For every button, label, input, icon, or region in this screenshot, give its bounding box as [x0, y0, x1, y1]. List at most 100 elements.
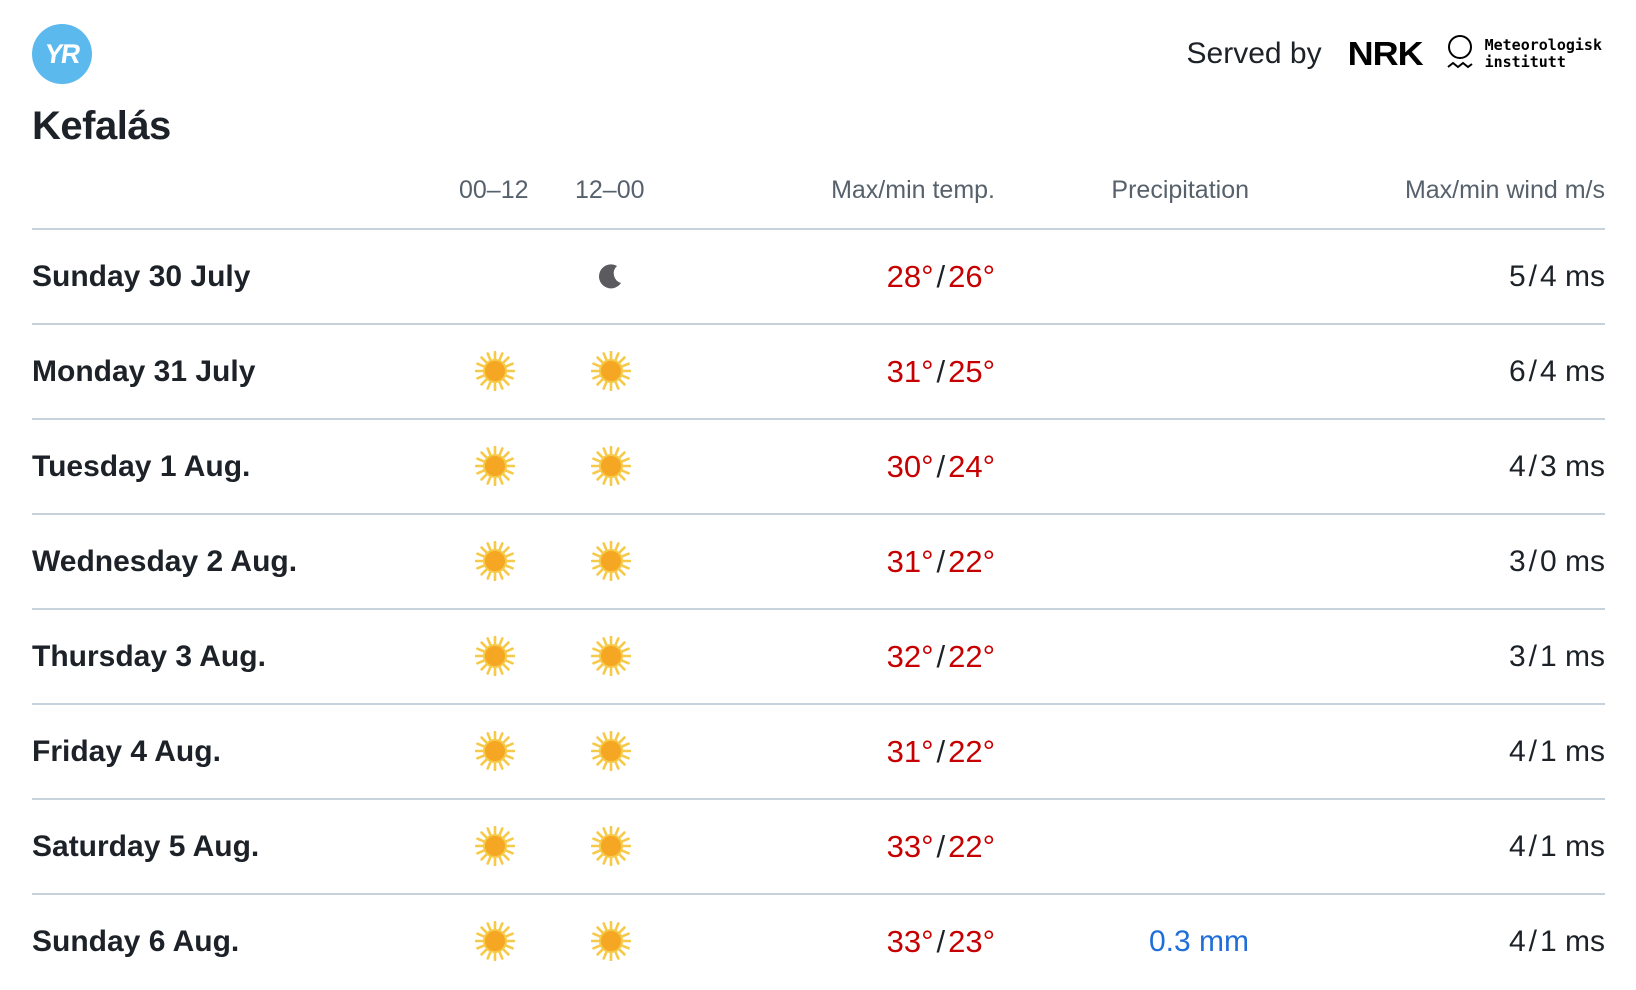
sun-icon — [475, 731, 515, 771]
day-label: Thursday 3 Aug. — [32, 640, 266, 673]
temp-separator: / — [936, 259, 946, 294]
met-name-line1: Meteorologisk — [1484, 36, 1602, 54]
wind-separator: / — [1528, 355, 1537, 388]
table-row[interactable]: Wednesday 2 Aug. 31°/22° 3/0 ms — [32, 515, 1605, 610]
wind: 3/0 ms — [1509, 515, 1605, 608]
wind-max: 4 — [1508, 925, 1526, 958]
temp-separator: / — [936, 639, 946, 674]
wind: 6/4 ms — [1509, 325, 1605, 418]
wind: 3/1 ms — [1509, 610, 1605, 703]
wind-min: 0 ms — [1539, 545, 1605, 578]
served-by-label: Served by — [1186, 37, 1322, 70]
temperature: 30°/24° — [887, 420, 995, 513]
temperature: 31°/22° — [887, 705, 995, 798]
wind-separator: / — [1528, 925, 1537, 958]
sun-icon — [475, 921, 515, 961]
temp-max: 28° — [886, 259, 934, 294]
temp-min: 22° — [948, 544, 995, 579]
table-row[interactable]: Thursday 3 Aug. 32°/22° 3/1 ms — [32, 610, 1605, 705]
wind-max: 4 — [1508, 830, 1526, 863]
table-row[interactable]: Tuesday 1 Aug. 30°/24° 4/3 ms — [32, 420, 1605, 515]
temp-separator: / — [936, 449, 946, 484]
temp-separator: / — [936, 354, 946, 389]
wind: 4/3 ms — [1509, 420, 1605, 513]
sun-icon — [591, 826, 631, 866]
temp-min: 22° — [948, 829, 995, 864]
temperature: 32°/22° — [887, 610, 995, 703]
temp-min: 25° — [948, 354, 995, 389]
temp-separator: / — [936, 829, 946, 864]
sun-icon — [591, 731, 631, 771]
wind-separator: / — [1528, 260, 1537, 293]
temp-separator: / — [936, 544, 946, 579]
wind-max: 5 — [1508, 260, 1526, 293]
yr-logo[interactable]: YR — [32, 24, 92, 84]
wind-min: 1 ms — [1539, 925, 1605, 958]
sun-icon — [591, 351, 631, 391]
wind-max: 3 — [1508, 640, 1526, 673]
wind-min: 1 ms — [1539, 640, 1605, 673]
temp-max: 32° — [886, 639, 934, 674]
header-precipitation: Precipitation — [1111, 176, 1249, 204]
sun-icon — [475, 446, 515, 486]
day-label: Wednesday 2 Aug. — [32, 545, 298, 578]
wind-separator: / — [1528, 735, 1537, 768]
temp-min: 26° — [948, 259, 995, 294]
wind-min: 4 ms — [1539, 355, 1605, 388]
wind-separator: / — [1528, 830, 1537, 863]
temperature: 28°/26° — [887, 230, 995, 323]
precipitation: 0.3 mm — [1148, 925, 1249, 958]
wind: 4/1 ms — [1509, 705, 1605, 798]
temperature: 31°/25° — [887, 325, 995, 418]
met-institute-logo[interactable]: Meteorologisk institutt — [1445, 34, 1602, 74]
day-label: Saturday 5 Aug. — [32, 830, 260, 863]
wind: 4/1 ms — [1509, 800, 1605, 893]
table-row[interactable]: Monday 31 July 31°/25° 6/4 ms — [32, 325, 1605, 420]
temp-max: 31° — [886, 354, 934, 389]
wind-max: 4 — [1508, 450, 1526, 483]
wind-min: 1 ms — [1539, 735, 1605, 768]
sun-icon — [591, 446, 631, 486]
sun-icon — [591, 636, 631, 676]
day-label: Friday 4 Aug. — [32, 735, 221, 768]
forecast-table: 00–12 12–00 Max/min temp. Precipitation … — [32, 166, 1605, 988]
wind-separator: / — [1528, 450, 1537, 483]
wind: 5/4 ms — [1509, 230, 1605, 323]
table-row[interactable]: Sunday 6 Aug. 33°/23° 0.3 mm 4/1 ms — [32, 895, 1605, 988]
temp-max: 31° — [886, 544, 934, 579]
met-circle-wave-icon — [1446, 35, 1473, 69]
header-wind: Max/min wind m/s — [1404, 176, 1605, 204]
wind-separator: / — [1528, 545, 1537, 578]
wind-min: 1 ms — [1539, 830, 1605, 863]
table-row[interactable]: Saturday 5 Aug. 33°/22° 4/1 ms — [32, 800, 1605, 895]
moon-icon — [591, 256, 631, 296]
day-label: Tuesday 1 Aug. — [32, 450, 251, 483]
temperature: 31°/22° — [887, 515, 995, 608]
location-title: Kefalás — [32, 104, 171, 148]
header-12-00: 12–00 — [575, 176, 645, 204]
page-header: YR Served by NRK Meteorologisk institutt — [0, 0, 1636, 110]
empty-icon-slot — [475, 256, 515, 296]
day-label: Monday 31 July — [32, 355, 256, 388]
day-label: Sunday 30 July — [32, 260, 251, 293]
sun-icon — [475, 351, 515, 391]
temp-min: 24° — [948, 449, 995, 484]
wind-max: 3 — [1508, 545, 1526, 578]
wind-max: 4 — [1508, 735, 1526, 768]
header-temp: Max/min temp. — [831, 176, 995, 204]
table-header: 00–12 12–00 Max/min temp. Precipitation … — [32, 166, 1605, 230]
sun-icon — [475, 541, 515, 581]
temp-max: 33° — [886, 829, 934, 864]
day-label: Sunday 6 Aug. — [32, 925, 240, 958]
temperature: 33°/23° — [887, 895, 995, 988]
temperature: 33°/22° — [887, 800, 995, 893]
met-name-line2: institutt — [1484, 53, 1566, 71]
header-00-12: 00–12 — [459, 176, 529, 204]
table-row[interactable]: Sunday 30 July 28°/26° 5/4 ms — [32, 230, 1605, 325]
temp-separator: / — [936, 734, 946, 769]
wind-separator: / — [1528, 640, 1537, 673]
table-row[interactable]: Friday 4 Aug. 31°/22° 4/1 ms — [32, 705, 1605, 800]
nrk-logo[interactable]: NRK — [1348, 37, 1424, 70]
sun-icon — [475, 636, 515, 676]
yr-logo-text: YR — [43, 38, 81, 69]
